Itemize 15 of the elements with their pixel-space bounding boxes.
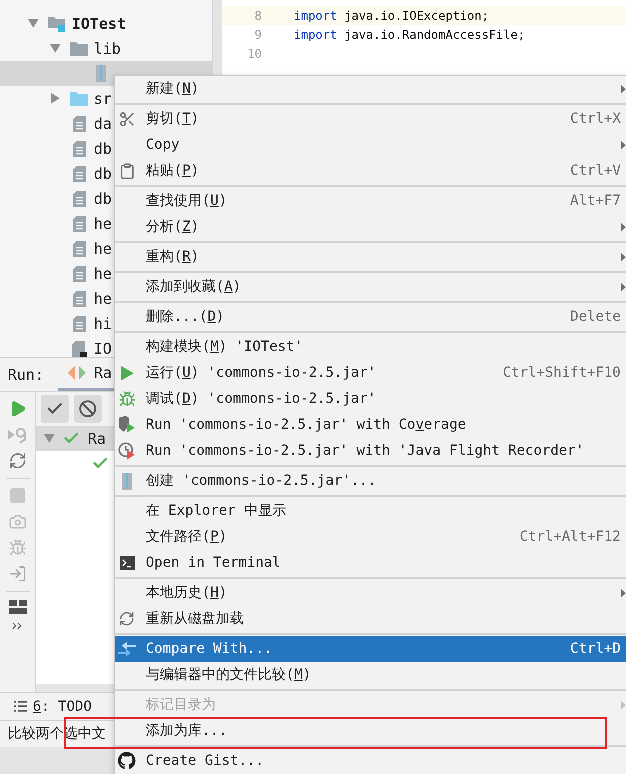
shortcut-text: Ctrl+Alt+F12	[520, 529, 621, 545]
line-number: 8	[254, 8, 262, 22]
status-text: 比较两个选中文	[8, 725, 106, 743]
shortcut-text: Ctrl+V	[570, 163, 621, 179]
code-line: import java.io.IOException;	[294, 8, 490, 22]
shortcut-text: Ctrl+Shift+F10	[502, 365, 621, 381]
line-number: 10	[246, 46, 262, 60]
shortcut-text: Ctrl+X	[570, 111, 621, 127]
line-number: 9	[254, 28, 262, 42]
run-panel-title: Run:	[8, 366, 44, 384]
shortcut-text: Ctrl+D	[570, 641, 621, 657]
shortcut-text: Delete	[570, 309, 621, 325]
code-line: import java.io.RandomAccessFile;	[294, 28, 526, 42]
shortcut-text: Alt+F7	[570, 193, 621, 209]
test-name: Ra	[88, 430, 106, 448]
